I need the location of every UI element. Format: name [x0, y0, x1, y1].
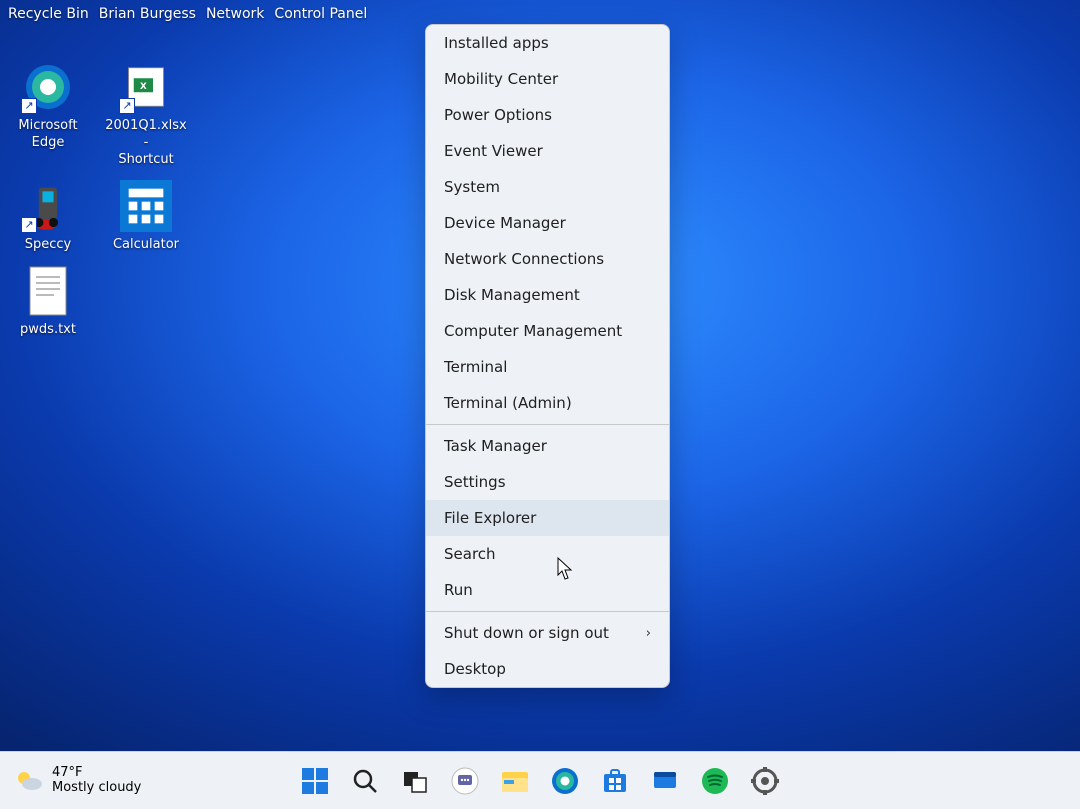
start-button[interactable] [301, 767, 329, 795]
menu-installed-apps[interactable]: Installed apps [426, 25, 669, 61]
icon-label: pwds.txt [20, 322, 76, 339]
icon-label: Microsoft Edge [18, 118, 77, 152]
chat-icon [451, 767, 479, 795]
taskbar-file-explorer[interactable] [501, 767, 529, 795]
menu-shut-down-or-sign-out[interactable]: Shut down or sign out › [426, 615, 669, 651]
shortcut-arrow-icon [119, 98, 135, 114]
desktop-icons-area: Microsoft Edge X 2001Q1.xlsx - Shortcut … [0, 60, 186, 338]
window-icon [652, 768, 678, 794]
desktop-label-control-panel[interactable]: Control Panel [274, 6, 367, 22]
winx-menu: Installed apps Mobility Center Power Opt… [425, 24, 670, 688]
chevron-right-icon: › [646, 626, 651, 641]
icon-label: 2001Q1.xlsx - Shortcut [105, 118, 187, 169]
taskbar-spotify[interactable] [701, 767, 729, 795]
menu-event-viewer[interactable]: Event Viewer [426, 133, 669, 169]
menu-label: Shut down or sign out [444, 624, 609, 642]
taskbar-edge[interactable] [551, 767, 579, 795]
taskbar-app-generic[interactable] [651, 767, 679, 795]
desktop-icon-pwds-txt[interactable]: pwds.txt [8, 264, 88, 339]
taskbar-center [301, 767, 779, 795]
weather-widget[interactable]: 47°F Mostly cloudy [0, 766, 141, 796]
menu-terminal-admin[interactable]: Terminal (Admin) [426, 385, 669, 421]
taskbar-settings[interactable] [751, 767, 779, 795]
icon-label: Calculator [113, 237, 179, 254]
weather-temp: 47°F [52, 766, 141, 781]
taskbar-chat[interactable] [451, 767, 479, 795]
microsoft-edge-icon [551, 767, 579, 795]
calculator-icon [119, 179, 173, 233]
desktop-icon-calculator[interactable]: Calculator [106, 179, 186, 254]
icon-label: Speccy [25, 237, 72, 254]
speccy-icon [21, 179, 75, 233]
menu-mobility-center[interactable]: Mobility Center [426, 61, 669, 97]
weather-icon [14, 766, 44, 796]
menu-network-connections[interactable]: Network Connections [426, 241, 669, 277]
menu-desktop[interactable]: Desktop [426, 651, 669, 687]
taskbar: 47°F Mostly cloudy [0, 751, 1080, 809]
windows-logo-icon [302, 768, 328, 794]
menu-system[interactable]: System [426, 169, 669, 205]
store-icon [602, 768, 628, 794]
desktop-label-recycle-bin[interactable]: Recycle Bin [8, 6, 89, 22]
menu-file-explorer[interactable]: File Explorer [426, 500, 669, 536]
desktop-label-user-folder[interactable]: Brian Burgess [99, 6, 196, 22]
menu-disk-management[interactable]: Disk Management [426, 277, 669, 313]
gear-icon [751, 767, 779, 795]
menu-search[interactable]: Search [426, 536, 669, 572]
menu-terminal[interactable]: Terminal [426, 349, 669, 385]
svg-text:X: X [140, 82, 147, 92]
menu-task-manager[interactable]: Task Manager [426, 428, 669, 464]
shortcut-arrow-icon [21, 217, 37, 233]
excel-file-icon: X [119, 60, 173, 114]
menu-separator [426, 424, 669, 425]
microsoft-edge-icon [21, 60, 75, 114]
spotify-icon [701, 767, 729, 795]
menu-power-options[interactable]: Power Options [426, 97, 669, 133]
desktop-label-network[interactable]: Network [206, 6, 264, 22]
text-file-icon [21, 264, 75, 318]
desktop-icon-xlsx-shortcut[interactable]: X 2001Q1.xlsx - Shortcut [106, 60, 186, 169]
weather-condition: Mostly cloudy [52, 781, 141, 796]
taskbar-taskview[interactable] [401, 767, 429, 795]
shortcut-arrow-icon [21, 98, 37, 114]
menu-device-manager[interactable]: Device Manager [426, 205, 669, 241]
search-icon [352, 768, 378, 794]
menu-computer-management[interactable]: Computer Management [426, 313, 669, 349]
desktop-icon-speccy[interactable]: Speccy [8, 179, 88, 254]
menu-settings[interactable]: Settings [426, 464, 669, 500]
desktop-icon-edge[interactable]: Microsoft Edge [8, 60, 88, 152]
taskbar-search[interactable] [351, 767, 379, 795]
menu-run[interactable]: Run [426, 572, 669, 608]
menu-separator [426, 611, 669, 612]
file-explorer-icon [501, 768, 529, 794]
taskview-icon [402, 768, 428, 794]
taskbar-microsoft-store[interactable] [601, 767, 629, 795]
